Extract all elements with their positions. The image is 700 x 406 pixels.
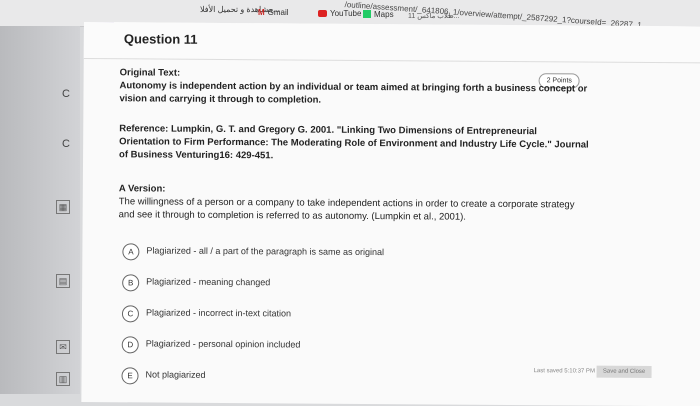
question-header: Question 11 <box>84 22 700 63</box>
original-text: Autonomy is independent action by an ind… <box>119 79 589 108</box>
grades-icon[interactable]: ▤ <box>56 274 70 288</box>
sidebar-letter: C <box>62 138 70 150</box>
question-panel: Question 11 2 Points Original Text: Auto… <box>81 22 700 406</box>
option-label: Plagiarized - incorrect in-text citation <box>146 307 291 318</box>
course-sidebar: C C D ▦ ▤ ✉ ▥ <box>0 26 80 394</box>
youtube-icon <box>318 10 327 17</box>
option-label: Plagiarized - personal opinion included <box>146 338 301 349</box>
bookmark-youtube-label: YouTube <box>330 9 361 18</box>
option-label: Plagiarized - all / a part of the paragr… <box>146 245 384 257</box>
tools-icon[interactable]: ▥ <box>56 372 70 386</box>
option-radio[interactable]: E <box>121 367 138 384</box>
bookmark-gmail-label: Gmail <box>268 8 289 17</box>
maps-icon <box>363 10 371 18</box>
question-title: Question 11 <box>124 31 198 47</box>
version-text: The willingness of a person or a company… <box>119 195 589 224</box>
option-radio[interactable]: C <box>122 305 139 322</box>
gmail-icon: M <box>258 8 265 17</box>
mail-icon[interactable]: ✉ <box>56 340 70 354</box>
calendar-icon[interactable]: ▦ <box>56 200 70 214</box>
option-radio[interactable]: A <box>122 243 139 260</box>
option-label: Not plagiarized <box>146 369 206 379</box>
option-label: Plagiarized - meaning changed <box>146 276 270 287</box>
option-radio[interactable]: B <box>122 274 139 291</box>
save-and-close-button[interactable]: Save and Close <box>597 366 652 378</box>
reference-text: Reference: Lumpkin, G. T. and Gregory G.… <box>119 122 589 164</box>
last-saved-status: Last saved 5:10:37 PM <box>534 368 595 374</box>
option-radio[interactable]: D <box>122 336 139 353</box>
bookmark-gmail[interactable]: MGmail <box>258 8 289 17</box>
bookmark-youtube[interactable]: YouTube <box>318 9 361 18</box>
sidebar-letter: C <box>62 88 70 100</box>
